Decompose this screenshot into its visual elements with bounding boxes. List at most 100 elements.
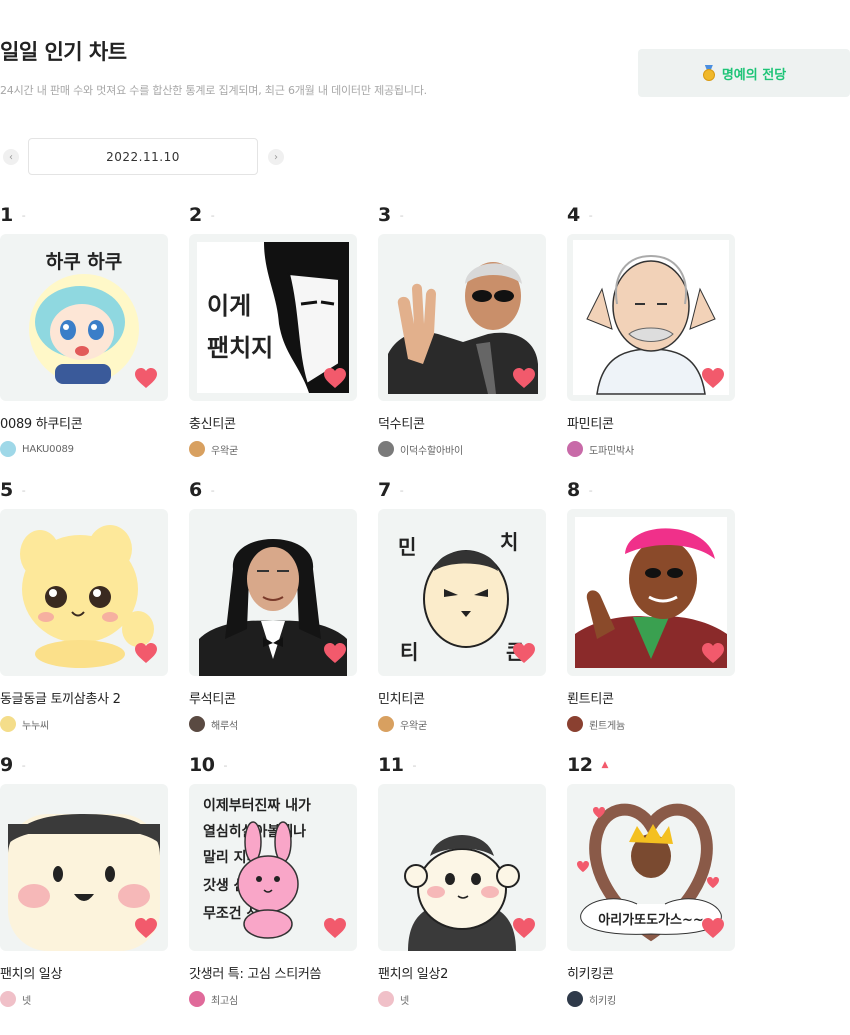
sticker-thumbnail[interactable]: 민 치 티 콘 — [378, 509, 546, 676]
author-link[interactable]: 넷 — [0, 991, 168, 1007]
rank-row: 7 - — [378, 475, 546, 505]
rank-row: 4 - — [567, 200, 735, 230]
chart-card: 1 - 하쿠 하쿠 0089 하쿠티콘 HAKU0089 — [0, 200, 168, 457]
sticker-thumbnail[interactable]: 이게 팬치지 — [189, 234, 357, 401]
sticker-thumbnail[interactable]: 이제부터진짜 내가 열심히살아볼게나 말리 지마 갓생 산다 무조건 산다! — [189, 784, 357, 951]
sticker-title[interactable]: 덕수티콘 — [378, 413, 546, 432]
heart-icon[interactable] — [323, 367, 347, 389]
author-link[interactable]: 우왁굳 — [189, 441, 357, 457]
rank-change: - — [21, 758, 26, 772]
author-name: 최고심 — [211, 995, 238, 1007]
sticker-title[interactable]: 루석티콘 — [189, 688, 357, 707]
hall-of-fame-button[interactable]: 명예의 전당 — [638, 49, 850, 97]
author-link[interactable]: 해루석 — [189, 716, 357, 732]
author-name: 넷 — [22, 995, 31, 1007]
page-title: 일일 인기 차트 — [0, 40, 127, 64]
date-navigator: ‹ 2022.11.10 › — [0, 138, 290, 176]
chevron-left-icon[interactable]: ‹ — [3, 149, 19, 165]
art-text: 팬치지 — [207, 334, 273, 362]
author-link[interactable]: HAKU0089 — [0, 441, 168, 457]
chart-card: 7 - 민 치 티 콘 민치티콘 우왁굳 — [378, 475, 546, 732]
avatar — [378, 716, 394, 732]
sticker-title[interactable]: 동글동글 토끼삼총사 2 — [0, 688, 168, 707]
art-text: 아리가또도가스~~ — [598, 912, 704, 928]
chevron-right-icon[interactable]: › — [268, 149, 284, 165]
sticker-thumbnail[interactable] — [567, 509, 735, 676]
rank-number: 9 — [0, 754, 13, 776]
art-text: 이제부터진짜 내가 — [203, 797, 311, 814]
author-name: 히키킹 — [589, 995, 616, 1007]
author-name: 넷 — [400, 995, 409, 1007]
sticker-title[interactable]: 갓생러 특: 고심 스티커씀 — [189, 963, 357, 982]
author-link[interactable]: 누누씨 — [0, 716, 168, 732]
heart-icon[interactable] — [134, 917, 158, 939]
rank-number: 6 — [189, 479, 202, 501]
heart-icon[interactable] — [323, 642, 347, 664]
author-name: 우왁굳 — [211, 445, 238, 457]
rank-number: 5 — [0, 479, 13, 501]
avatar — [189, 441, 205, 457]
author-link[interactable]: 이덕수할아바이 — [378, 441, 546, 457]
rank-change: - — [21, 208, 26, 222]
chart-card: 8 - 뢴트티콘 뢴트게늄 — [567, 475, 735, 732]
sticker-title[interactable]: 팬치의 일상 — [0, 963, 168, 982]
avatar — [0, 441, 16, 457]
sticker-title[interactable]: 파민티콘 — [567, 413, 735, 432]
sticker-thumbnail[interactable]: 아리가또도가스~~ — [567, 784, 735, 951]
rank-number: 11 — [378, 754, 404, 776]
sticker-thumbnail[interactable] — [189, 509, 357, 676]
sticker-thumbnail[interactable] — [378, 784, 546, 951]
heart-icon[interactable] — [701, 642, 725, 664]
sticker-thumbnail[interactable] — [378, 234, 546, 401]
rank-row: 9 - — [0, 750, 168, 780]
rank-row: 8 - — [567, 475, 735, 505]
heart-icon[interactable] — [134, 367, 158, 389]
avatar — [189, 716, 205, 732]
sticker-title[interactable]: 팬치의 일상2 — [378, 963, 546, 982]
rank-number: 7 — [378, 479, 391, 501]
art-text: 민 — [398, 535, 416, 559]
rank-number: 12 — [567, 754, 593, 776]
rank-row: 1 - — [0, 200, 168, 230]
date-display[interactable]: 2022.11.10 — [28, 138, 258, 175]
art-text: 하쿠 하쿠 — [46, 251, 123, 273]
heart-icon[interactable] — [512, 642, 536, 664]
author-name: HAKU0089 — [22, 443, 74, 455]
avatar — [0, 716, 16, 732]
heart-icon[interactable] — [512, 917, 536, 939]
rank-row: 6 - — [189, 475, 357, 505]
sticker-thumbnail[interactable] — [0, 509, 168, 676]
chart-card: 4 - 파민티콘 도파민박사 — [567, 200, 735, 457]
heart-icon[interactable] — [134, 642, 158, 664]
heart-icon[interactable] — [512, 367, 536, 389]
rank-row: 3 - — [378, 200, 546, 230]
author-link[interactable]: 우왁굳 — [378, 716, 546, 732]
sticker-title[interactable]: 히키킹콘 — [567, 963, 735, 982]
rank-change: - — [412, 758, 417, 772]
sticker-thumbnail[interactable] — [0, 784, 168, 951]
rank-number: 2 — [189, 204, 202, 226]
chart-card: 12 ▲ 아리가또도가스~~ 히키킹콘 히키킹 — [567, 750, 735, 1007]
sticker-title[interactable]: 충신티콘 — [189, 413, 357, 432]
medal-icon — [702, 65, 716, 81]
sticker-title[interactable]: 민치티콘 — [378, 688, 546, 707]
rank-number: 10 — [189, 754, 215, 776]
heart-icon[interactable] — [701, 917, 725, 939]
chart-card: 9 - 팬치의 일상 넷 — [0, 750, 168, 1007]
avatar — [0, 991, 16, 1007]
author-link[interactable]: 도파민박사 — [567, 441, 735, 457]
rank-change: - — [223, 758, 228, 772]
heart-icon[interactable] — [323, 917, 347, 939]
page-subtitle: 24시간 내 판매 수와 멋져요 수를 합산한 통계로 집계되며, 최근 6개월… — [0, 84, 427, 97]
sticker-title[interactable]: 0089 하쿠티콘 — [0, 413, 168, 432]
sticker-title[interactable]: 뢴트티콘 — [567, 688, 735, 707]
author-link[interactable]: 히키킹 — [567, 991, 735, 1007]
avatar — [378, 991, 394, 1007]
heart-icon[interactable] — [701, 367, 725, 389]
author-link[interactable]: 뢴트게늄 — [567, 716, 735, 732]
sticker-thumbnail[interactable] — [567, 234, 735, 401]
author-link[interactable]: 최고심 — [189, 991, 357, 1007]
chart-card: 6 - 루석티콘 해루석 — [189, 475, 357, 732]
sticker-thumbnail[interactable]: 하쿠 하쿠 — [0, 234, 168, 401]
author-link[interactable]: 넷 — [378, 991, 546, 1007]
